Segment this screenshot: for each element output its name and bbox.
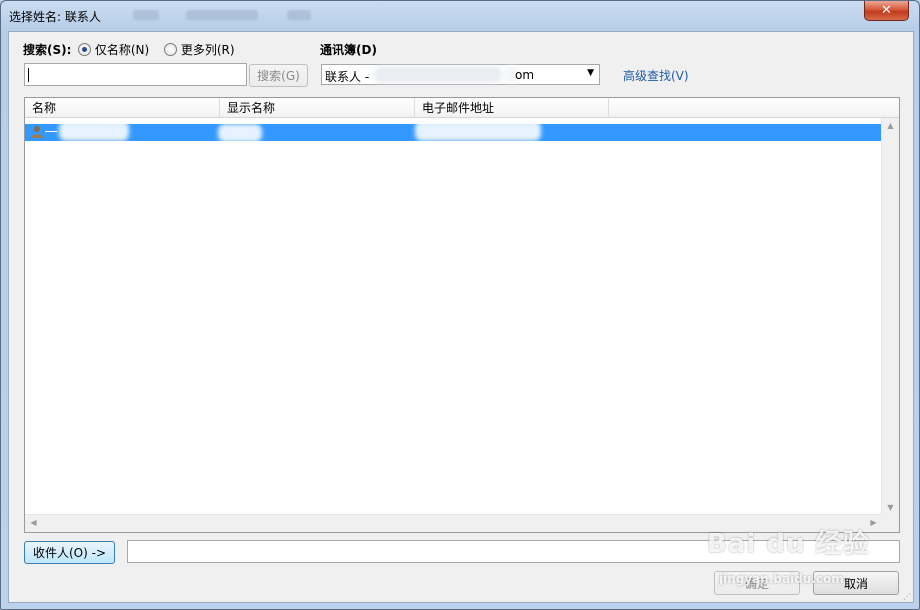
radio-unchecked-icon (164, 43, 177, 56)
radio-name-only-label: 仅名称(N) (94, 43, 150, 57)
scroll-left-arrow-icon[interactable]: ◀ (25, 518, 42, 527)
to-recipients-button[interactable]: 收件人(O) -> (24, 541, 115, 564)
search-input[interactable] (24, 63, 247, 86)
resize-grip-icon[interactable]: ⋰ (903, 592, 911, 601)
close-icon: ✕ (881, 3, 892, 18)
scroll-down-arrow-icon[interactable]: ▼ (882, 503, 899, 512)
close-button[interactable]: ✕ (864, 1, 909, 21)
column-header-empty (609, 98, 899, 118)
watermark-url: jingyan.baidu.com (719, 572, 844, 586)
title-bar[interactable]: 选择姓名: 联系人 ✕ (1, 1, 919, 31)
radio-more-columns[interactable]: 更多列(R) (164, 41, 235, 58)
search-label: 搜索(S): (23, 43, 72, 57)
radio-more-columns-label: 更多列(R) (180, 43, 235, 57)
table-row[interactable] (25, 121, 881, 142)
dialog-body: 搜索(S): 仅名称(N) 更多列(R) 通讯簿(D) 搜索(G) 联系人 - … (8, 31, 914, 603)
text-caret (28, 68, 29, 82)
title-blur (287, 10, 311, 20)
window-title: 选择姓名: 联系人 (9, 10, 101, 24)
address-book-suffix: om (515, 68, 535, 82)
vertical-scrollbar[interactable]: ▲ ▼ (881, 118, 899, 515)
scrollbar-corner (882, 515, 899, 532)
column-header-display-name[interactable]: 显示名称 (220, 98, 415, 118)
address-book-prefix: 联系人 - (325, 70, 370, 84)
redacted-address-book (374, 66, 502, 83)
column-header-email[interactable]: 电子邮件地址 (415, 98, 609, 118)
select-names-dialog: 选择姓名: 联系人 ✕ 搜索(S): 仅名称(N) 更多列(R) 通讯簿(D) … (0, 0, 920, 610)
address-book-select[interactable]: 联系人 - om ▼ (321, 64, 600, 85)
address-book-label: 通讯簿(D) (320, 43, 377, 57)
contacts-list[interactable]: 名称 显示名称 电子邮件地址 ▲ ▼ ◀ ▶ (24, 97, 900, 533)
advanced-find-link[interactable]: 高级查找(V) (623, 67, 689, 84)
radio-name-only[interactable]: 仅名称(N) (78, 41, 149, 58)
redacted-name (59, 121, 129, 141)
row-dash (45, 131, 57, 132)
search-button[interactable]: 搜索(G) (249, 64, 308, 87)
radio-checked-icon (78, 43, 91, 56)
title-blur (133, 10, 159, 20)
chevron-down-icon: ▼ (587, 68, 594, 78)
person-icon (30, 125, 44, 139)
watermark-logo: Bai du 经验 (707, 529, 870, 559)
title-blur (186, 10, 258, 20)
scroll-up-arrow-icon[interactable]: ▲ (882, 121, 899, 130)
redacted-display-name (218, 124, 262, 142)
column-header-name[interactable]: 名称 (25, 98, 220, 118)
redacted-email (415, 121, 541, 141)
